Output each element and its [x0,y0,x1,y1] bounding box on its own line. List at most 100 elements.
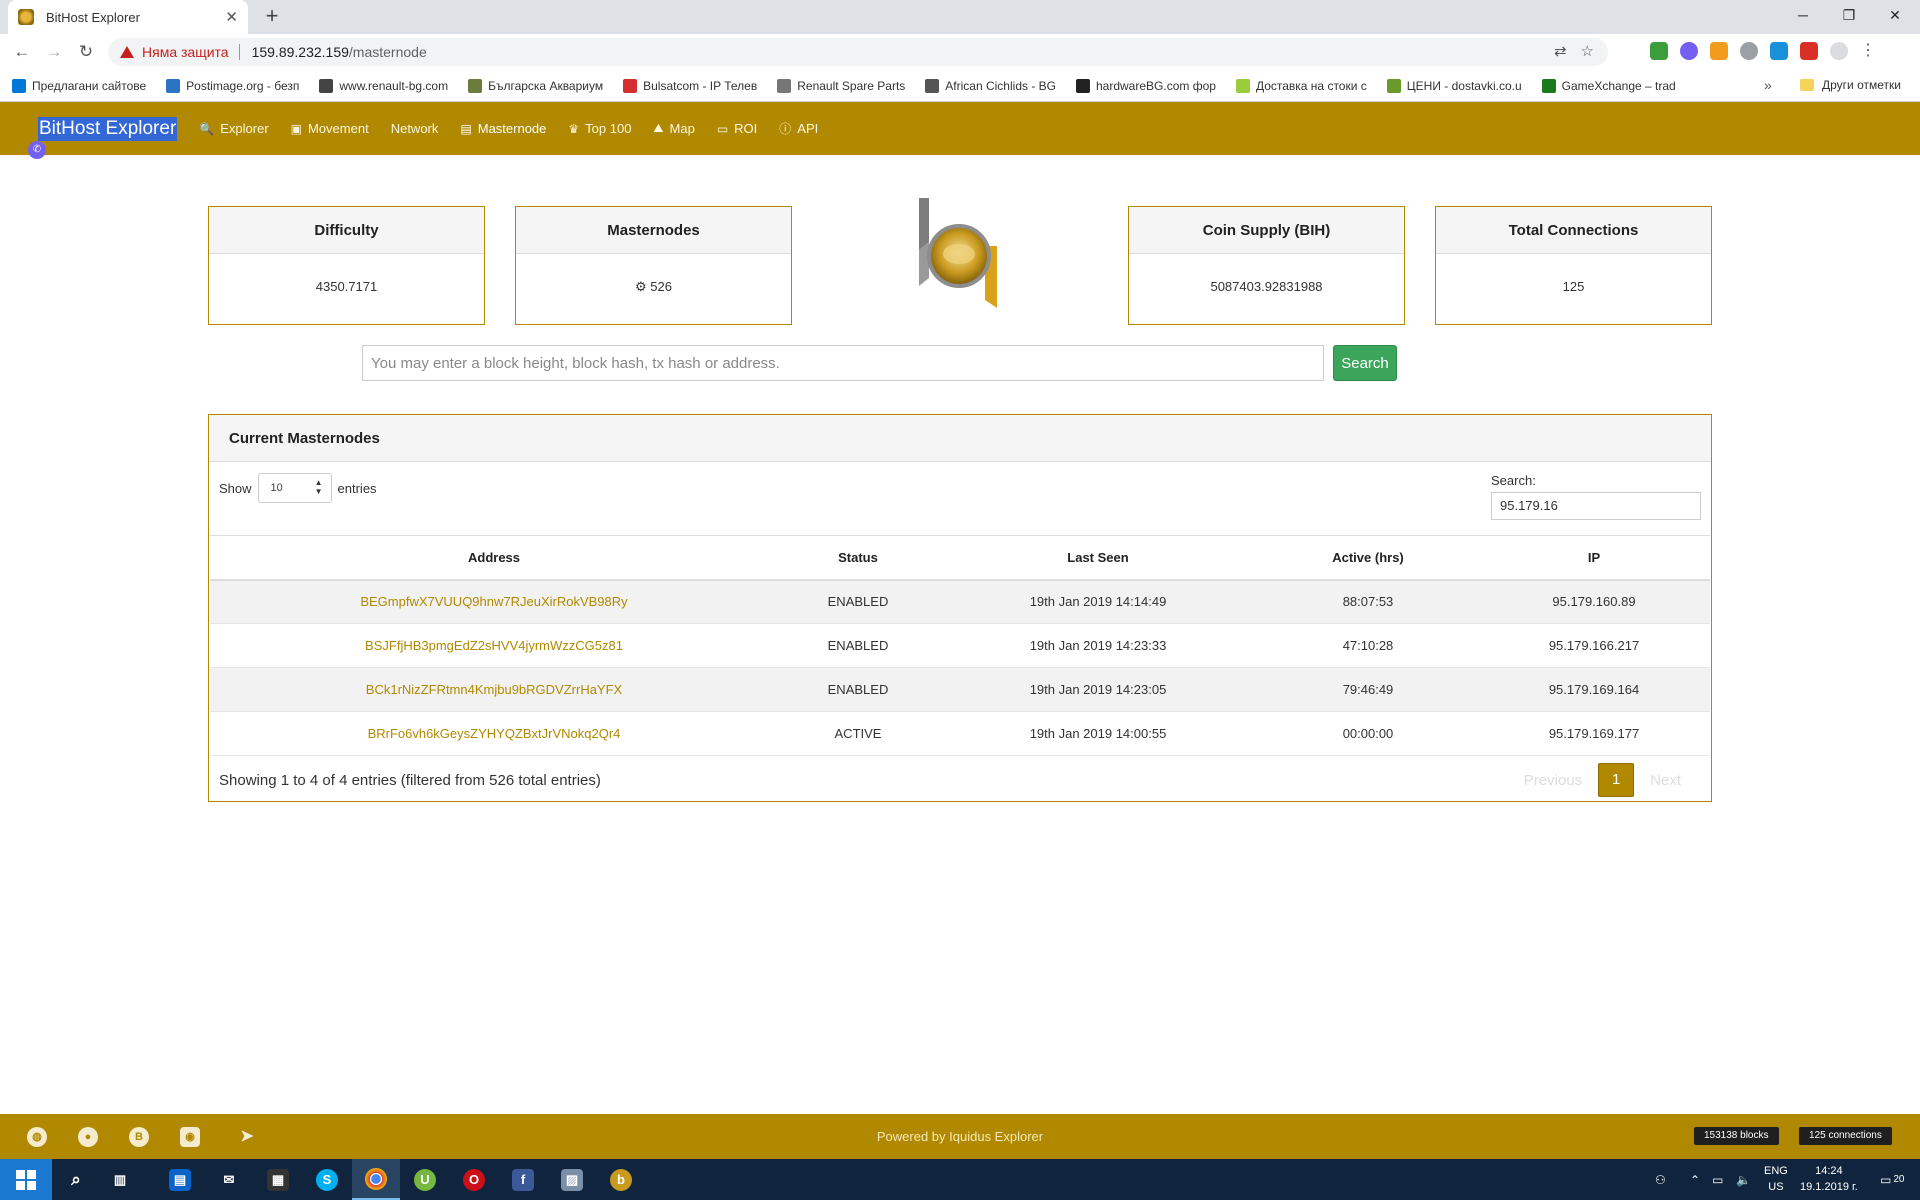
column-header-status[interactable]: Status [778,535,938,581]
minimize-icon[interactable]: ─ [1780,0,1826,30]
profile-avatar-icon[interactable] [1830,42,1848,60]
nav-network[interactable]: Network [391,121,439,136]
action-center-button[interactable]: ▭ 20 [1880,1159,1904,1200]
table-filter-input[interactable]: 95.179.16 [1491,492,1701,520]
search-input[interactable]: You may enter a block height, block hash… [362,345,1324,381]
other-bookmarks-folder[interactable]: Други отметки [1800,78,1901,92]
telegram-icon[interactable]: ➤ [237,1127,257,1147]
extension-grey-icon[interactable] [1740,42,1758,60]
photos-app-icon[interactable]: ▨ [548,1159,596,1200]
extension-orange-icon[interactable] [1710,42,1728,60]
bookmark-item[interactable]: African Cichlids - BG [925,78,1056,93]
nav-api[interactable]: ⓘ API [779,120,818,137]
column-header-ip[interactable]: IP [1478,535,1710,581]
column-header-address[interactable]: Address [210,535,778,581]
task-view-icon[interactable]: ▥ [96,1159,144,1200]
github-icon[interactable]: ● [78,1127,98,1147]
utorrent-app-icon[interactable]: U [401,1159,449,1200]
language-indicator[interactable]: ENG US [1764,1163,1788,1195]
chrome-app-icon[interactable] [352,1159,400,1200]
bookmark-item[interactable]: Предлагани сайтове [12,78,146,93]
brand-link[interactable]: BitHost Explorer [38,116,178,141]
taskbar-search-icon[interactable]: ⌕ [52,1159,100,1200]
active-cell: 79:46:49 [1258,667,1478,712]
nav-map[interactable]: ⛰ Map [653,121,694,136]
mail-app-icon[interactable]: ✉ [205,1159,253,1200]
current-page-button[interactable]: 1 [1598,763,1635,797]
bookmark-item[interactable]: Доставка на стоки с [1235,78,1367,93]
address-cell: BEGmpfwX7VUUQ9hnw7RJeuXirRokVB98Ry [210,579,778,624]
globe-icon[interactable]: ◍ [27,1127,47,1147]
forward-icon[interactable]: → [42,40,66,64]
bookmark-item[interactable]: ЦЕНИ - dostavki.co.u [1386,78,1522,93]
volume-icon[interactable]: 🔈 [1736,1159,1751,1200]
discord-icon[interactable]: ◉ [180,1127,200,1147]
bookmark-item[interactable]: Българска Аквариум [468,78,603,93]
bookmark-item[interactable]: Bulsatcom - IP Телев [623,78,757,93]
store-app-icon[interactable]: ▤ [156,1159,204,1200]
start-button[interactable] [0,1159,52,1200]
column-header-active[interactable]: Active (hrs) [1258,535,1478,581]
restore-icon[interactable]: ❐ [1826,0,1872,30]
opera-app-icon[interactable]: O [450,1159,498,1200]
address-link[interactable]: BSJFfjHB3pmgEdZ2sHVV4jyrmWzzCG5z81 [365,638,623,653]
bookmark-star-icon[interactable]: ☆ [1581,42,1594,60]
bookmark-item[interactable]: www.renault-bg.com [319,78,449,93]
search-button[interactable]: Search [1333,345,1397,381]
nav-roi[interactable]: ▭ ROI [717,121,757,136]
nav-masternode[interactable]: ▤ Masternode [460,121,546,136]
browser-menu-icon[interactable]: ⋮ [1860,42,1876,60]
viber-extension-icon[interactable] [1680,42,1698,60]
bookmark-label: ЦЕНИ - dostavki.co.u [1406,78,1522,93]
address-cell: BRrFo6vh6kGeysZYHYQZBxtJrVNokq2Qr4 [210,711,778,756]
nav-explorer[interactable]: 🔍 Explorer [199,121,268,136]
table-filter-label: Search: [1491,473,1536,488]
people-icon[interactable]: ⚇ [1655,1159,1666,1200]
address-link[interactable]: BEGmpfwX7VUUQ9hnw7RJeuXirRokVB98Ry [360,594,627,609]
bookmark-item[interactable]: hardwareBG.com фор [1076,78,1216,93]
network-icon[interactable]: ▭ [1712,1159,1723,1200]
column-header-last-seen[interactable]: Last Seen [938,535,1258,581]
bookmarks-bar: Предлагани сайтове Postimage.org - безп … [0,70,1920,102]
powered-by-text: Powered by Iquidus Explorer [876,1129,1044,1144]
nav-label: Top 100 [585,121,632,136]
extension-home-icon[interactable] [1650,42,1668,60]
tab-close-icon[interactable]: ✕ [225,8,238,26]
translate-icon[interactable]: ⇄ [1554,42,1567,60]
back-icon[interactable]: ← [10,40,34,64]
bithost-wallet-app-icon[interactable]: b [597,1159,645,1200]
next-page-button[interactable]: Next [1650,772,1681,789]
bookmark-label: www.renault-bg.com [339,78,449,93]
calculator-app-icon[interactable]: ▦ [254,1159,302,1200]
status-cell: ACTIVE [778,711,938,756]
bookmarks-overflow-button[interactable]: » [1764,77,1772,93]
not-secure-label[interactable]: Няма защита [142,44,229,60]
browser-tab[interactable]: BitHost Explorer ✕ [8,0,248,34]
masternodes-panel: Masternodes ⚙ 526 [515,206,792,325]
last-seen-cell: 19th Jan 2019 14:23:05 [938,667,1258,712]
skype-app-icon[interactable]: S [303,1159,351,1200]
table-info: Showing 1 to 4 of 4 entries (filtered fr… [219,772,601,789]
viber-icon[interactable]: ✆ [28,141,46,159]
extension-blue-icon[interactable] [1770,42,1788,60]
address-link[interactable]: BRrFo6vh6kGeysZYHYQZBxtJrVNokq2Qr4 [368,726,621,741]
address-link[interactable]: BCk1rNizZFRtmn4Kmjbu9bRGDVZrrHaYFX [366,682,622,697]
new-tab-button[interactable]: + [258,3,286,29]
adblock-icon[interactable] [1800,42,1818,60]
address-bar[interactable]: Няма защита 159.89.232.159 /masternode ⇄… [108,38,1608,66]
bitcointalk-icon[interactable]: B [129,1127,149,1147]
table-row: BRrFo6vh6kGeysZYHYQZBxtJrVNokq2Qr4 ACTIV… [210,711,1710,756]
close-window-icon[interactable]: ✕ [1872,0,1918,30]
bookmark-item[interactable]: GameXchange – trad [1541,78,1676,93]
reload-icon[interactable]: ↻ [74,40,98,64]
taskbar-clock[interactable]: 14:24 19.1.2019 г. [1800,1163,1858,1195]
bookmark-item[interactable]: Renault Spare Parts [777,78,905,93]
nav-top-100[interactable]: ♛ Top 100 [568,121,631,136]
facebook-app-icon[interactable]: f [499,1159,547,1200]
tray-chevron-icon[interactable]: ⌃ [1690,1159,1700,1200]
bookmark-item[interactable]: Postimage.org - безп [166,78,299,93]
nav-movement[interactable]: ▣ Movement [291,121,369,136]
previous-page-button[interactable]: Previous [1524,772,1582,789]
page-length-select[interactable]: 10 ▲ ▼ [257,473,332,503]
nav-label: API [797,121,819,136]
